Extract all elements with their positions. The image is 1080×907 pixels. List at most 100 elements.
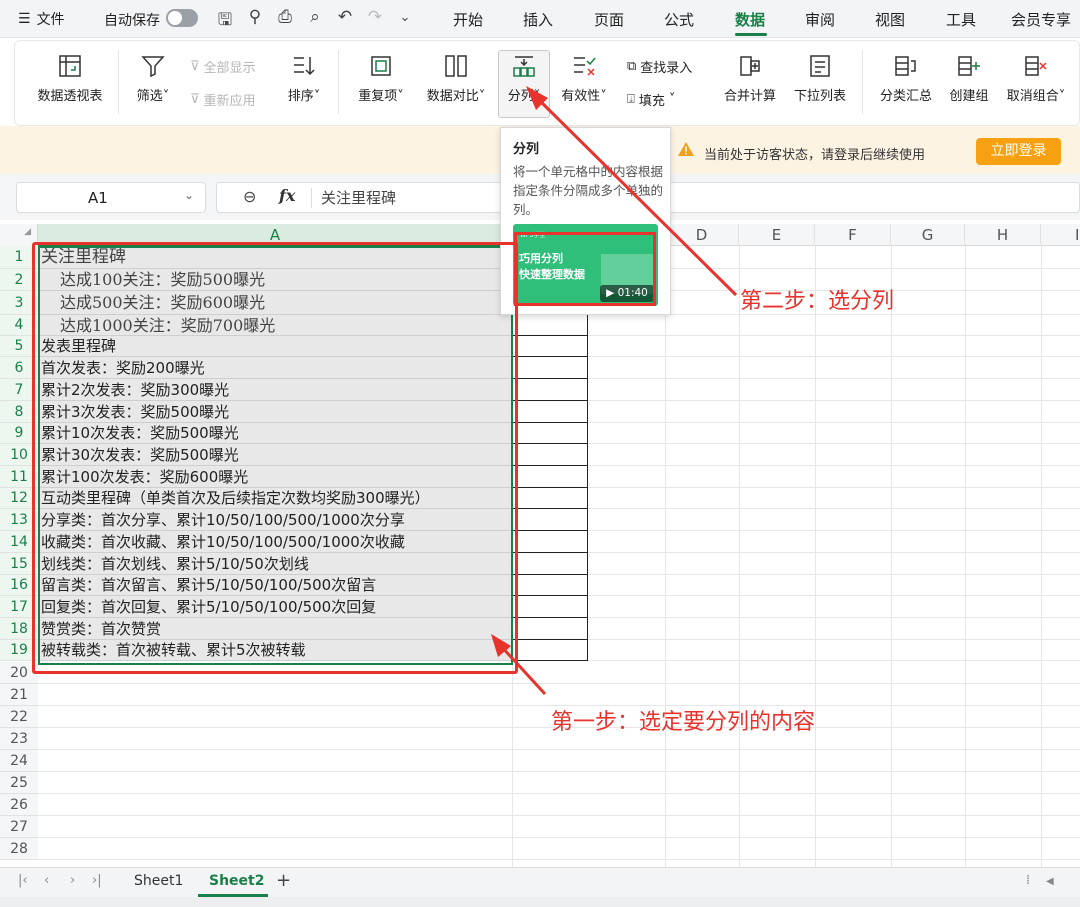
gridline (38, 749, 1080, 750)
ungroup-button[interactable]: 取消组合˅ (1000, 53, 1072, 104)
sheet-tab-1[interactable]: Sheet1 (134, 873, 183, 889)
consolidate-button[interactable]: 合并计算 (718, 53, 782, 104)
row-header[interactable]: 25 (0, 772, 38, 794)
column-header-g[interactable]: G (891, 224, 965, 246)
next-sheet-icon[interactable]: › (70, 873, 75, 888)
first-sheet-icon[interactable]: |‹ (18, 873, 28, 888)
print-icon[interactable]: ⎙ (274, 7, 296, 27)
bordered-cell[interactable] (512, 379, 588, 401)
gridline (588, 465, 1080, 466)
split-columns-icon (513, 56, 535, 77)
tab-insert[interactable]: 插入 (523, 9, 553, 30)
bordered-cell[interactable] (512, 357, 588, 379)
column-header-f[interactable]: F (815, 224, 891, 246)
undo-icon[interactable]: ↶ (334, 7, 356, 27)
active-tab-indicator (735, 33, 767, 36)
row-header[interactable]: 22 (0, 706, 38, 728)
tab-home[interactable]: 开始 (453, 9, 483, 30)
split-columns-button[interactable]: 分列˅ (501, 53, 547, 104)
bordered-cell[interactable] (512, 640, 588, 661)
duplicates-button[interactable]: 重复项˅ (351, 53, 411, 104)
tab-page[interactable]: 页面 (594, 9, 624, 30)
gridline (588, 574, 1080, 575)
gridline (588, 552, 1080, 553)
tooltip-title: 分列 (513, 142, 540, 157)
data-compare-button[interactable]: 数据对比˅ (420, 53, 492, 104)
last-sheet-icon[interactable]: ›| (92, 873, 102, 888)
sort-button[interactable]: 排序˅ (281, 53, 327, 104)
row-header[interactable]: 27 (0, 816, 38, 838)
show-all-button[interactable]: ⊽ 全部显示 (190, 57, 256, 76)
bordered-cell[interactable] (512, 488, 588, 509)
autosave-toggle[interactable] (166, 9, 198, 27)
chevron-down-icon[interactable]: ⌄ (184, 188, 194, 202)
zoom-icon[interactable]: ⊖ (243, 187, 256, 206)
save-icon[interactable]: 🖫 (214, 7, 236, 36)
bordered-cell[interactable] (512, 336, 588, 357)
bordered-cell[interactable] (512, 596, 588, 618)
filter-button[interactable]: 筛选˅ (131, 53, 175, 104)
gridline (588, 400, 1080, 401)
gridline (588, 660, 1080, 661)
status-bar (0, 897, 1080, 907)
add-sheet-icon[interactable]: + (276, 870, 291, 891)
subtotal-button[interactable]: 分类汇总 (874, 53, 938, 104)
validity-label: 有效性 (561, 89, 601, 104)
duplicates-icon (371, 56, 391, 76)
chevron-down-icon[interactable]: ⌄ (394, 10, 416, 25)
bordered-cell[interactable] (512, 509, 588, 531)
file-menu-button[interactable]: ☰ 文件 (18, 9, 65, 29)
step2-annotation: 第二步：选分列 (740, 289, 895, 314)
format-painter-icon[interactable]: ⚲ (244, 7, 266, 27)
tab-tools[interactable]: 工具 (946, 9, 976, 30)
tab-data[interactable]: 数据 (735, 9, 765, 30)
tab-member[interactable]: 会员专享 (1011, 9, 1071, 30)
column-header-e[interactable]: E (739, 224, 815, 246)
bordered-cell[interactable] (512, 401, 588, 423)
function-icon[interactable]: fx (279, 186, 295, 205)
column-header-i[interactable]: I (1041, 224, 1080, 246)
reapply-button[interactable]: ⊽ 重新应用 (190, 90, 256, 109)
column-header-h[interactable]: H (965, 224, 1041, 246)
bordered-cell[interactable] (512, 444, 588, 466)
ungroup-icon (1025, 56, 1047, 76)
tab-view[interactable]: 视图 (875, 9, 905, 30)
bordered-cell[interactable] (512, 618, 588, 640)
create-group-button[interactable]: 创建组 (944, 53, 994, 104)
dropdown-list-button[interactable]: 下拉列表 (788, 53, 852, 104)
gridline (38, 793, 1080, 794)
tab-review[interactable]: 审阅 (805, 9, 835, 30)
bordered-cell[interactable] (512, 531, 588, 553)
name-box[interactable] (16, 182, 206, 213)
tab-formula[interactable]: 公式 (664, 9, 694, 30)
print-preview-icon[interactable]: ⌕ (304, 7, 326, 27)
fill-button[interactable]: ⍗ 填充 ˅ (627, 90, 675, 109)
login-button[interactable]: 立即登录 (976, 138, 1061, 165)
lookup-entry-label: 查找录入 (640, 61, 693, 76)
row-header[interactable]: 26 (0, 794, 38, 816)
bordered-cell[interactable] (512, 575, 588, 596)
bordered-cell[interactable] (512, 315, 588, 336)
gridline (739, 246, 740, 867)
pivot-table-button[interactable]: 数据透视表 (33, 53, 107, 104)
gridline (588, 530, 1080, 531)
scroll-left-icon[interactable]: ◀ (1046, 876, 1054, 887)
reapply-label: 重新应用 (203, 94, 256, 109)
row-header[interactable]: 24 (0, 750, 38, 772)
column-header-d[interactable]: D (665, 224, 739, 246)
data-compare-label: 数据对比 (426, 89, 479, 104)
row-header[interactable]: 23 (0, 728, 38, 750)
row-header[interactable]: 21 (0, 684, 38, 706)
scroll-handle-icon[interactable]: ⁞ (1026, 873, 1030, 888)
bordered-cell[interactable] (512, 466, 588, 488)
row-header[interactable]: 28 (0, 838, 38, 860)
autosave-label: 自动保存 (104, 13, 160, 29)
lookup-entry-button[interactable]: ⧉ 查找录入 (627, 57, 692, 76)
bordered-cell[interactable] (512, 553, 588, 575)
validity-button[interactable]: 有效性˅ (556, 53, 612, 104)
sort-icon (294, 57, 315, 76)
redo-icon[interactable]: ↷ (364, 7, 386, 27)
prev-sheet-icon[interactable]: ‹ (44, 873, 49, 888)
bordered-cell[interactable] (512, 423, 588, 444)
sheet-tab-2[interactable]: Sheet2 (209, 873, 264, 889)
